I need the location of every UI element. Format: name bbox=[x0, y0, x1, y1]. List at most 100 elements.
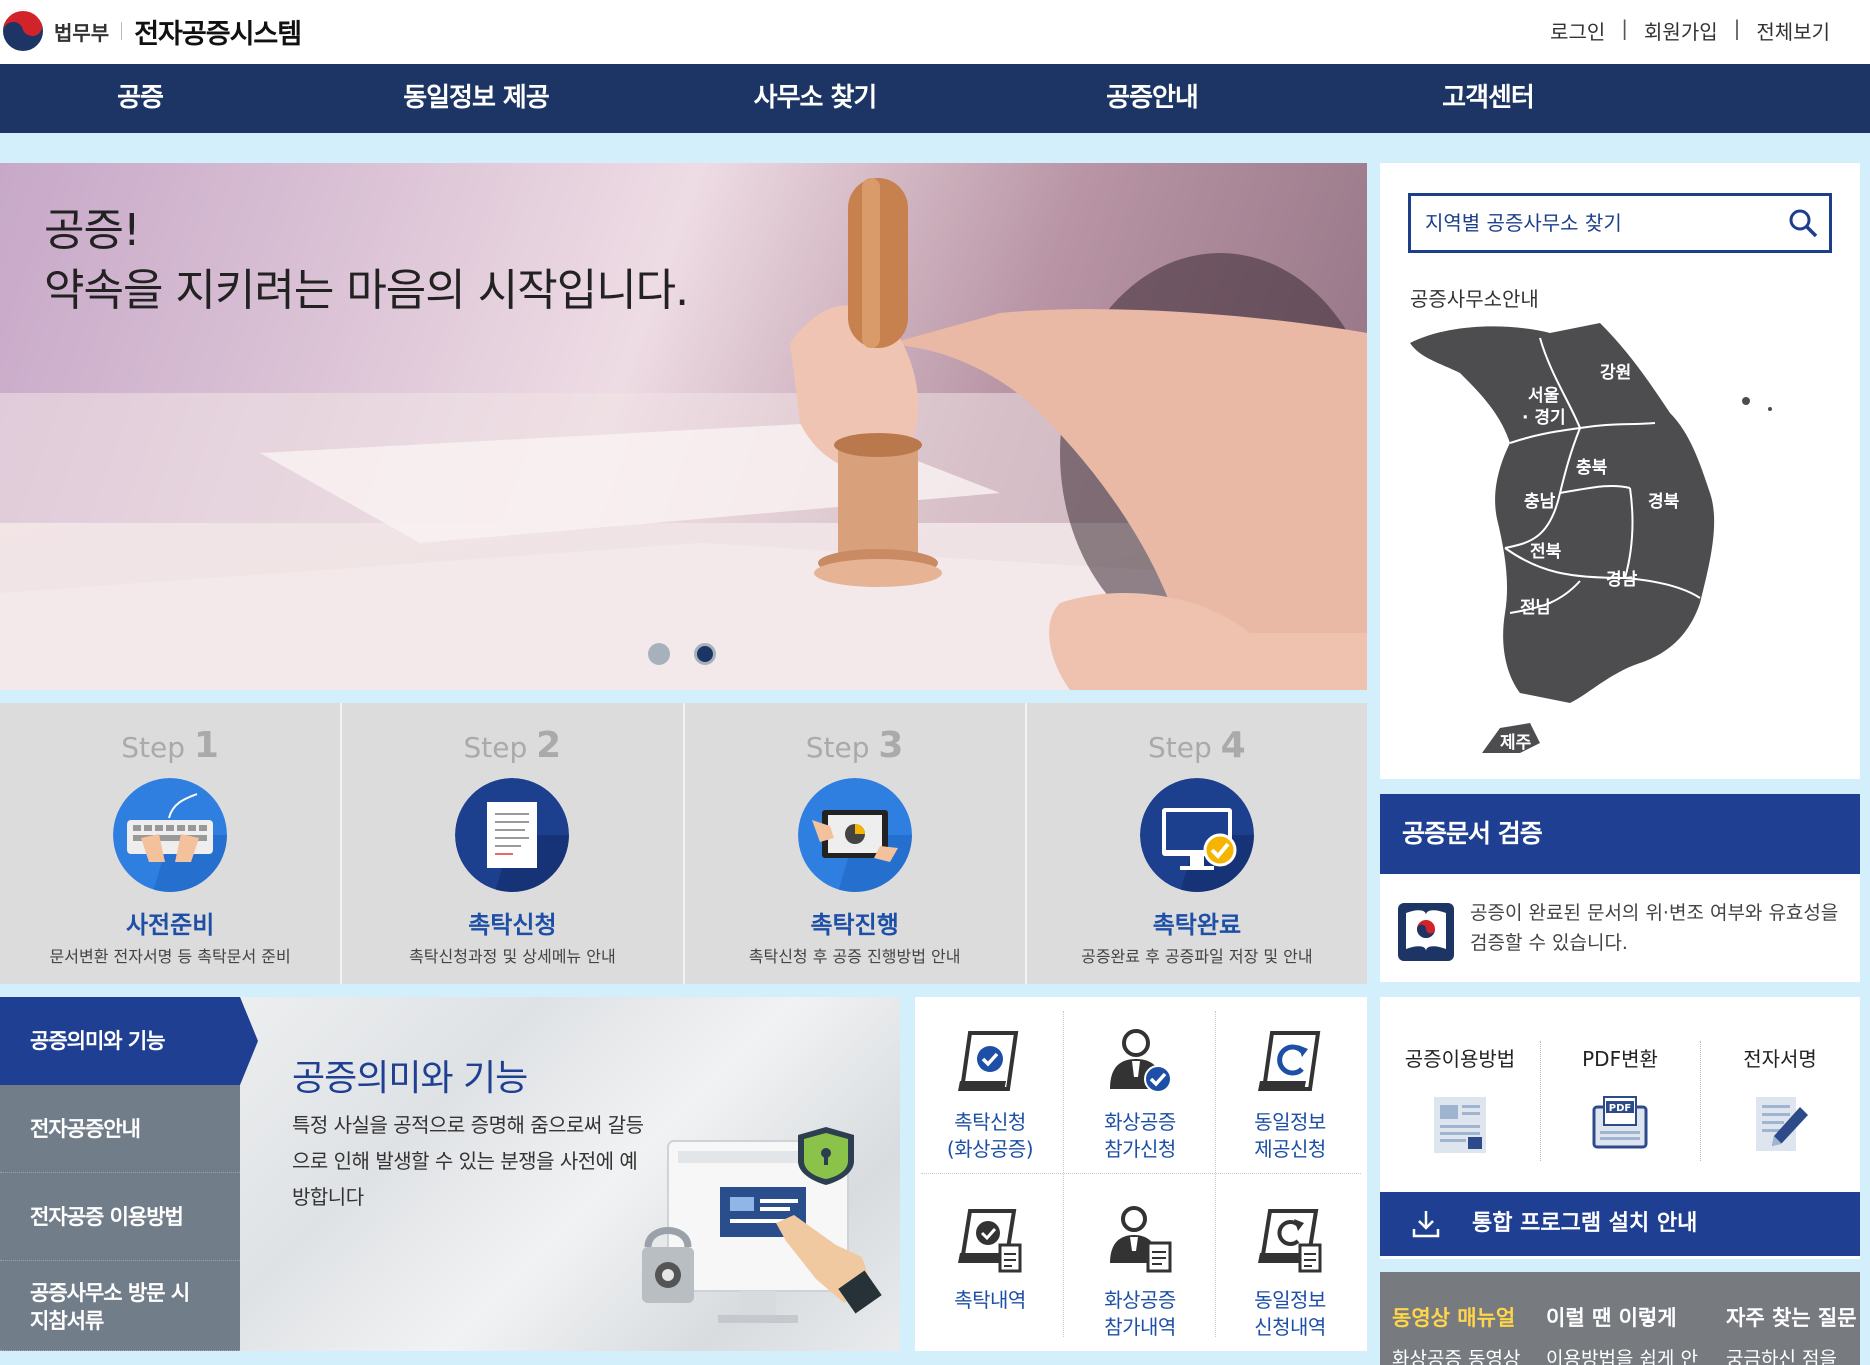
hero-banner[interactable]: 공증! 약속을 지키려는 마음의 시작입니다. bbox=[0, 163, 1367, 690]
logo-divider bbox=[121, 22, 123, 40]
person-check-icon bbox=[1110, 1029, 1172, 1093]
service-video-join-history[interactable]: 화상공증 참가내역 bbox=[1065, 1175, 1215, 1339]
step-1[interactable]: Step 1 사전준비 문서변환 전자서명 등 촉탁문서 준비 bbox=[0, 703, 343, 984]
office-search-box bbox=[1408, 193, 1832, 253]
security-computer-illustration bbox=[642, 1127, 882, 1323]
korea-region-map[interactable]: 강원 서울 · 경기 충북 충남 경북 전북 경남 전남 제주 bbox=[1410, 313, 1850, 753]
step-label: Step 3 bbox=[805, 725, 904, 766]
nav-notarization[interactable]: 공증 bbox=[60, 64, 220, 133]
system-name: 전자공증시스템 bbox=[134, 18, 302, 50]
steps-panel: Step 1 사전준비 문서변환 전자서명 등 촉탁문서 준비 Step 2 촉… bbox=[0, 703, 1367, 984]
pdf-icon: PDF bbox=[1592, 1096, 1648, 1149]
step-description: 공증완료 후 공증파일 저장 및 안내 bbox=[1081, 947, 1313, 966]
copy-icon bbox=[1258, 1031, 1321, 1091]
tab-video-manual-desc: 화상공증 동영상 bbox=[1392, 1348, 1521, 1365]
service-same-info-history[interactable]: 동일정보 신청내역 bbox=[1215, 1175, 1365, 1339]
top-bar: 법무부 전자공증시스템 로그인 | 회원가입 | 전체보기 bbox=[0, 0, 1870, 64]
step-3[interactable]: Step 3 촉탁진행 촉탁신청 후 공증 진행방법 안내 bbox=[685, 703, 1027, 984]
service-label: 화상공증 참가신청 bbox=[1104, 1110, 1176, 1161]
copy-history-icon bbox=[1258, 1209, 1322, 1273]
verification-description: 공증이 완료된 문서의 위·변조 여부와 유효성을 검증할 수 있습니다. bbox=[1470, 902, 1839, 954]
tools-panel: 공증이용방법 PDF변환 PDF 전자서명 통합 프로그램 설치 안내 bbox=[1380, 997, 1860, 1259]
service-apply-video[interactable]: 촉탁신청 (화상공증) bbox=[915, 997, 1065, 1161]
step-title: 촉탁완료 bbox=[1152, 911, 1242, 939]
service-same-info-apply[interactable]: 동일정보 제공신청 bbox=[1215, 997, 1365, 1161]
verification-book-icon bbox=[1398, 903, 1454, 961]
step-label: Step 4 bbox=[1148, 725, 1246, 766]
service-apply-history[interactable]: 촉탁내역 bbox=[915, 1175, 1065, 1337]
region-jeju[interactable]: 제주 bbox=[1500, 733, 1532, 753]
intro-description: 특정 사실을 공적으로 증명해 줌으로써 갈등으로 인해 발생할 수 있는 분쟁… bbox=[292, 1113, 644, 1209]
service-label: 촉탁신청 (화상공증) bbox=[946, 1110, 1034, 1161]
verification-title[interactable]: 공증문서 검증 bbox=[1380, 794, 1860, 874]
step-description: 문서변환 전자서명 등 촉탁문서 준비 bbox=[49, 947, 291, 966]
help-tabs: 동영상 매뉴얼 이럴 땐 이렇게 자주 찾는 질문 화상공증 동영상 이용방법을… bbox=[1380, 1272, 1860, 1365]
intro-menu-e-notary[interactable]: 전자공증안내 bbox=[0, 1085, 240, 1173]
tab-faq-desc: 궁금하신 점을 bbox=[1726, 1348, 1837, 1365]
signup-link[interactable]: 회원가입 bbox=[1644, 16, 1718, 45]
intro-panel: 공증의미와 기능 전자공증안내 전자공증 이용방법 공증사무소 방문 시 지참서… bbox=[0, 997, 900, 1351]
region-gyeongbuk[interactable]: 경북 bbox=[1648, 492, 1680, 512]
carousel-dot-2[interactable] bbox=[694, 643, 716, 665]
grid-divider bbox=[921, 1173, 1361, 1174]
step-title: 촉탁진행 bbox=[810, 911, 899, 939]
sitemap-link[interactable]: 전체보기 bbox=[1756, 16, 1830, 45]
nav-customer-center[interactable]: 고객센터 bbox=[1398, 64, 1578, 133]
region-seoul[interactable]: 서울 bbox=[1528, 386, 1560, 406]
tab-how-to[interactable]: 이럴 땐 이렇게 bbox=[1546, 1302, 1677, 1332]
intro-menu-visit-documents[interactable]: 공증사무소 방문 시 지참서류 bbox=[0, 1261, 240, 1351]
region-jeonbuk[interactable]: 전북 bbox=[1530, 542, 1562, 562]
hero-slogan-line2: 약속을 지키려는 마음의 시작입니다. bbox=[44, 265, 689, 316]
intro-menu-meaning[interactable]: 공증의미와 기능 bbox=[0, 997, 258, 1085]
region-gyeongnam[interactable]: 경남 bbox=[1606, 570, 1638, 590]
install-program-button[interactable]: 통합 프로그램 설치 안내 bbox=[1380, 1192, 1860, 1256]
keyboard-icon bbox=[113, 778, 228, 892]
intro-menu: 공증의미와 기능 전자공증안내 전자공증 이용방법 공증사무소 방문 시 지참서… bbox=[0, 997, 258, 1351]
newspaper-icon bbox=[1434, 1097, 1486, 1153]
tool-label: PDF변환 bbox=[1582, 1047, 1658, 1071]
step-description: 촉탁신청과정 및 상세메뉴 안내 bbox=[409, 947, 616, 966]
tool-usage-guide[interactable]: 공증이용방법 bbox=[1380, 997, 1540, 1187]
step-4[interactable]: Step 4 촉탁완료 공증완료 후 공증파일 저장 및 안내 bbox=[1027, 703, 1367, 984]
tool-label: 전자서명 bbox=[1743, 1047, 1817, 1071]
intro-menu-visit-line1: 공증사무소 방문 시 bbox=[30, 1281, 190, 1305]
step-title: 사전준비 bbox=[125, 911, 215, 939]
office-search-input[interactable] bbox=[1411, 196, 1771, 250]
region-gyeonggi[interactable]: · 경기 bbox=[1522, 408, 1566, 428]
intro-title: 공증의미와 기능 bbox=[292, 1058, 528, 1099]
svg-text:PDF: PDF bbox=[1609, 1103, 1631, 1114]
tab-how-to-desc: 이용방법을 쉽게 안 bbox=[1546, 1348, 1698, 1365]
intro-menu-visit-line2: 지참서류 bbox=[30, 1309, 104, 1333]
ministry-name: 법무부 bbox=[54, 20, 110, 45]
main-navigation: 공증 동일정보 제공 사무소 찾기 공증안내 고객센터 bbox=[0, 64, 1870, 133]
region-chungnam[interactable]: 충남 bbox=[1524, 492, 1556, 512]
tab-faq[interactable]: 자주 찾는 질문 bbox=[1726, 1302, 1857, 1332]
apply-history-icon bbox=[958, 1209, 1022, 1273]
government-emblem-icon bbox=[1, 9, 45, 53]
service-shortcuts: 촉탁신청 (화상공증) 화상공증 참가신청 동일정보 제공신청 촉탁내역 화상공… bbox=[915, 997, 1367, 1351]
tool-pdf-convert[interactable]: PDF변환 PDF bbox=[1540, 997, 1700, 1187]
service-label: 동일정보 신청내역 bbox=[1254, 1288, 1326, 1339]
service-label: 촉탁내역 bbox=[954, 1288, 1026, 1312]
search-icon[interactable] bbox=[1787, 207, 1819, 239]
office-finder: 공증사무소안내 강원 서울 · 경기 충북 충남 경북 전북 경남 전남 제주 bbox=[1380, 163, 1860, 779]
region-jeonnam[interactable]: 전남 bbox=[1520, 598, 1552, 618]
pen-document-icon bbox=[1756, 1097, 1808, 1151]
service-video-join[interactable]: 화상공증 참가신청 bbox=[1065, 997, 1215, 1161]
login-link[interactable]: 로그인 bbox=[1550, 16, 1605, 45]
region-chungbuk[interactable]: 충북 bbox=[1576, 458, 1608, 478]
carousel-dot-1[interactable] bbox=[648, 643, 670, 665]
step-title: 촉탁신청 bbox=[468, 911, 557, 939]
site-logo[interactable]: 법무부 전자공증시스템 bbox=[0, 8, 302, 54]
util-divider: | bbox=[1733, 16, 1741, 40]
tool-digital-signature[interactable]: 전자서명 bbox=[1700, 997, 1860, 1187]
region-gangwon[interactable]: 강원 bbox=[1600, 363, 1631, 383]
util-divider: | bbox=[1621, 16, 1629, 40]
intro-menu-how-to-use[interactable]: 전자공증 이용방법 bbox=[0, 1173, 240, 1261]
tab-video-manual[interactable]: 동영상 매뉴얼 bbox=[1392, 1302, 1515, 1332]
step-2[interactable]: Step 2 촉탁신청 촉탁신청과정 및 상세메뉴 안내 bbox=[342, 703, 685, 984]
nav-find-office[interactable]: 사무소 찾기 bbox=[720, 64, 910, 133]
nav-same-info[interactable]: 동일정보 제공 bbox=[376, 64, 576, 133]
nav-guide[interactable]: 공증안내 bbox=[1062, 64, 1242, 133]
step-label: Step 1 bbox=[121, 725, 219, 766]
